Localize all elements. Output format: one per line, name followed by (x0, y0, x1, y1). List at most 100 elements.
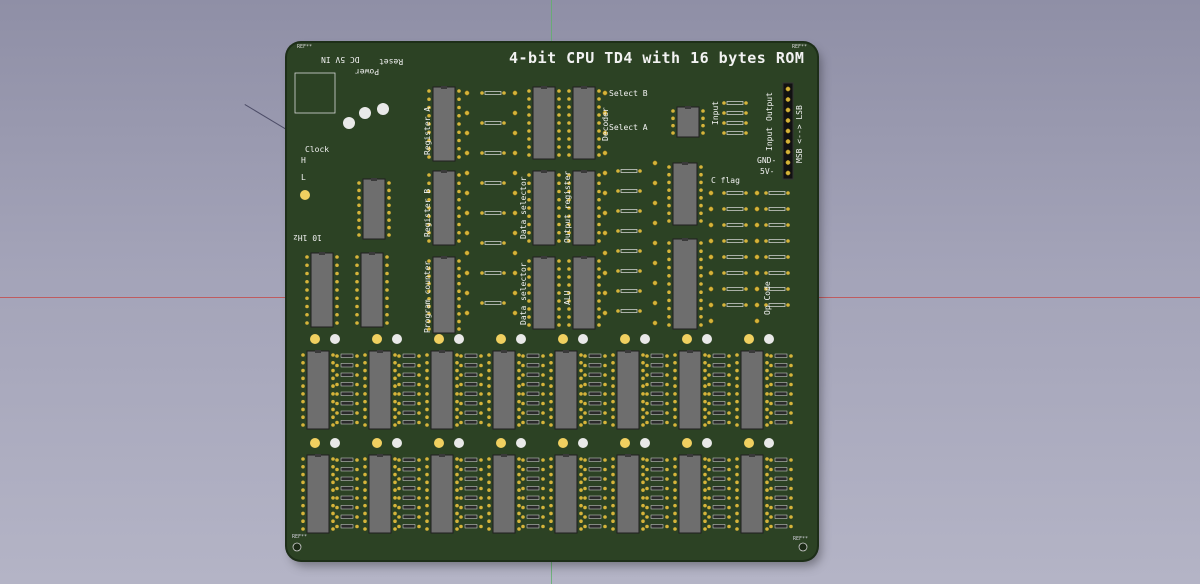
rom-diode (650, 401, 664, 406)
resistor-col1-pad (502, 271, 506, 275)
rom-diode-pad (479, 458, 483, 462)
rom-ic-pin (703, 384, 707, 388)
ic-clock-2-pin (305, 304, 309, 309)
ic-data-selector-1-pin (557, 230, 561, 235)
rom-ic-pin (393, 415, 397, 420)
rom-ic-pin (363, 376, 367, 381)
resistor-col3-pad (722, 255, 726, 259)
rom-ic-pin (363, 480, 367, 485)
rom-switch-led (558, 438, 568, 448)
rom-diode (402, 353, 416, 358)
rom-ic-pin (549, 353, 553, 357)
rom-diode (464, 363, 478, 368)
rom-ic-notch (501, 454, 507, 457)
pad-column (708, 318, 714, 324)
rom-ic-pin (703, 360, 707, 365)
rom-diode-pad (397, 477, 401, 481)
rom-ic-notch (501, 350, 507, 353)
ref-bottom-left: REF** (292, 534, 308, 540)
rom-diode (526, 420, 540, 425)
rom-diode-pad (397, 486, 401, 491)
rom-ic-pin (363, 503, 367, 508)
ic-decoder-2-pin (567, 97, 571, 101)
ic-clock-3-pin (355, 321, 359, 325)
ic-register-a-pin (457, 105, 461, 110)
rom-ic-pin (673, 472, 677, 477)
rom-ic-notch (687, 350, 693, 353)
rom-ic-pin (425, 457, 429, 461)
rom-diode-pad (583, 467, 587, 472)
rom-ic-notch (315, 350, 321, 353)
ic-op-code-notch (682, 238, 688, 241)
ic-decoder-1-pin (557, 153, 561, 157)
rom-switch (640, 334, 650, 344)
rom-diode-pad (355, 354, 359, 358)
ic-clock-3-pin (355, 263, 359, 268)
ic-data-selector-2-pin (557, 267, 561, 271)
ic-data-selector-1-notch (541, 170, 547, 173)
ic-alu-pin (567, 259, 571, 263)
rom-diode-pad (583, 411, 587, 415)
pad-column (652, 180, 658, 186)
rom-diode-pad (727, 363, 731, 368)
resistor-col1-pad (502, 301, 506, 305)
rom-diode (526, 382, 540, 387)
pad-column (464, 110, 470, 116)
rom-diode-pad (769, 486, 773, 491)
rom-diode-pad (459, 420, 463, 425)
rom-diode-pad (479, 524, 483, 529)
resistor-col2-pad (616, 269, 620, 273)
rom-diode (402, 467, 416, 472)
pad-column (512, 170, 518, 176)
resistor-col2-pad (638, 189, 642, 193)
rom-ic-pin (703, 407, 707, 412)
ic-register-a (432, 86, 456, 162)
resistor-col4-pad (764, 271, 768, 275)
rom-diode (588, 457, 602, 462)
rom-diode-pad (769, 373, 773, 377)
rom-switch (516, 438, 526, 448)
ic-op-code-pin (667, 265, 671, 270)
resistor-col2-pad (616, 209, 620, 213)
rom-diode (464, 391, 478, 396)
rom-ic-pin (487, 457, 491, 461)
rom-ic-notch (439, 350, 445, 353)
rom-ic-pin (425, 415, 429, 420)
rom-diode (526, 391, 540, 396)
rom-ic-pin (765, 384, 769, 388)
3d-viewer-canvas[interactable]: 4-bit CPU TD4 with 16 bytes ROM DC 5V IN… (0, 0, 1200, 584)
rom-diode-pad (335, 496, 339, 500)
ic-c-flag (672, 162, 698, 226)
ic-decoder-1-pin (557, 97, 561, 101)
rom-diode (588, 372, 602, 377)
rom-diode-pad (417, 411, 421, 415)
rom-diode (526, 363, 540, 368)
ic-register-a-pin (457, 130, 461, 135)
rom-ic-pin (455, 360, 459, 365)
rom-ic-pin (673, 519, 677, 524)
rom-diode (340, 505, 354, 510)
rom-ic-pin (517, 399, 521, 404)
rom-ic-pin (425, 472, 429, 477)
rom-diode-pad (397, 524, 401, 529)
rom-diode-pad (769, 354, 773, 358)
resistor-col3-pad (744, 287, 748, 291)
rom-diode-pad (459, 486, 463, 491)
pcb-board[interactable]: 4-bit CPU TD4 with 16 bytes ROM DC 5V IN… (287, 43, 817, 560)
ic-data-selector-1-pin (557, 239, 561, 243)
resistor-col1-pad (480, 151, 484, 155)
gnd-label: GND- (757, 156, 777, 165)
rom-ic-pin (331, 527, 335, 531)
rom-ic-pin (765, 392, 769, 396)
ic-decoder-1-pin (527, 105, 531, 109)
resistor-io (726, 131, 744, 135)
rom-ic-pin (393, 511, 397, 516)
rom-diode (464, 401, 478, 406)
rom-ic-pin (331, 464, 335, 469)
rom-ic-pin (703, 353, 707, 357)
ic-clock-3-pin (385, 304, 389, 309)
ic-clock-1-pin (357, 181, 361, 185)
ic-output-register-pin (597, 230, 601, 235)
rom-ic-pin (579, 503, 583, 508)
pad-column (464, 250, 470, 256)
